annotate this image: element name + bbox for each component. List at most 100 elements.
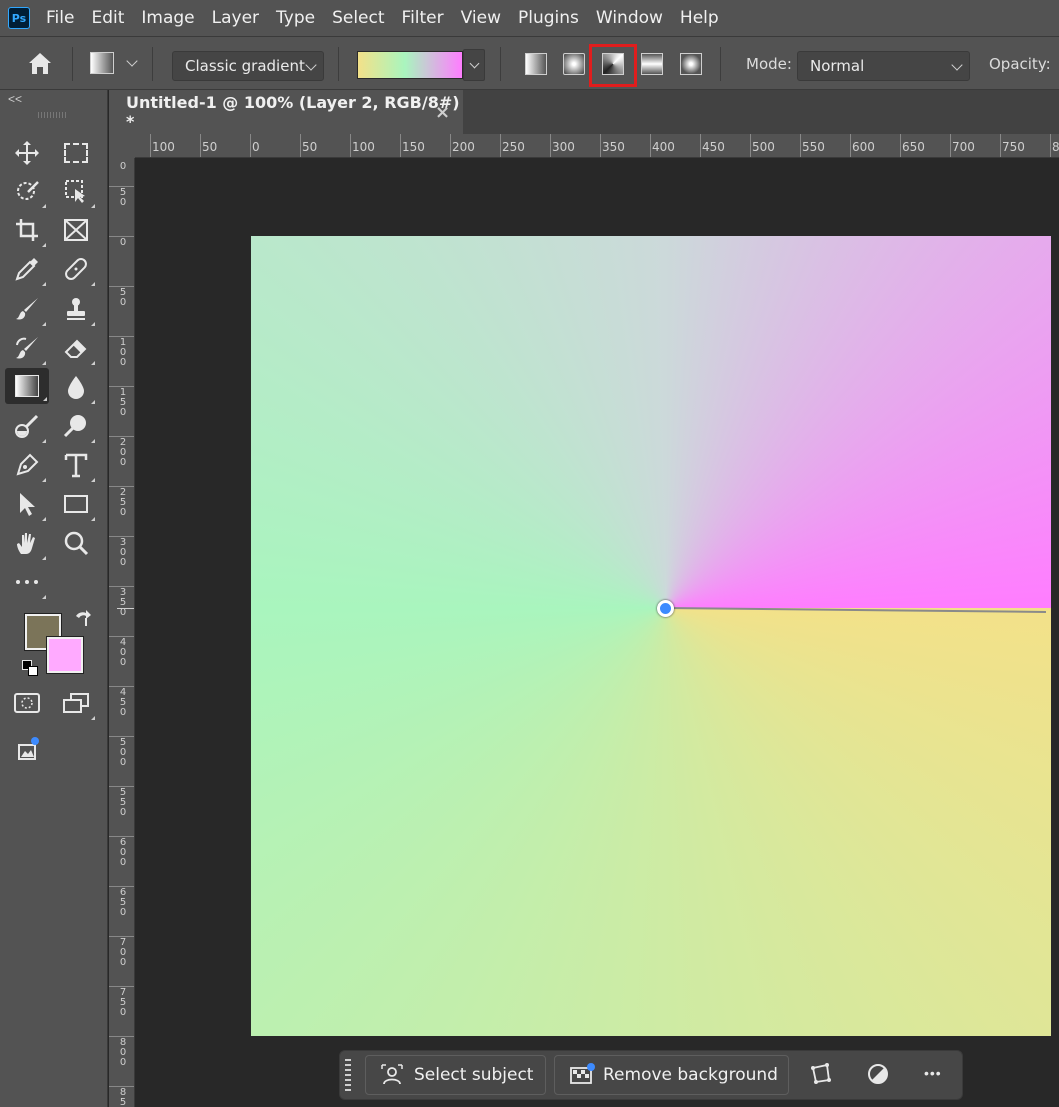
ps-logo: Ps [8, 7, 30, 29]
ruler-label: 300 [119, 537, 127, 568]
collapse-panel-icon[interactable]: << [8, 92, 22, 106]
menu-select[interactable]: Select [332, 8, 384, 28]
ruler-label: 100 [119, 337, 127, 368]
menu-help[interactable]: Help [680, 8, 719, 28]
gradient-style-value: Classic gradient [185, 57, 305, 75]
mode-label: Mode: [746, 55, 792, 73]
hand-tool-icon[interactable] [12, 528, 46, 560]
linear-gradient-icon[interactable] [525, 53, 547, 75]
dodge-tool-icon[interactable] [12, 411, 46, 443]
menu-plugins[interactable]: Plugins [518, 8, 579, 28]
home-icon[interactable] [26, 51, 54, 77]
remove-background-button[interactable]: Remove background [554, 1055, 789, 1095]
ruler-label: 500 [119, 737, 127, 768]
marquee-tool-icon[interactable] [61, 138, 91, 168]
taskbar-grip[interactable] [345, 1059, 351, 1093]
document-tab[interactable]: Untitled-1 @ 100% (Layer 2, RGB/8#) * × [109, 90, 463, 134]
object-selection-icon[interactable] [61, 176, 95, 208]
default-colors-icon[interactable] [22, 660, 40, 676]
more-tools-icon[interactable] [12, 567, 46, 599]
adjustment-icon[interactable] [867, 1063, 889, 1091]
document-tab-title: Untitled-1 @ 100% (Layer 2, RGB/8#) * [126, 93, 460, 131]
options-bar: Classic gradient Mode: Normal Opacity: [0, 36, 1059, 90]
reflected-gradient-icon[interactable] [641, 53, 663, 75]
gradient-origin-handle[interactable] [657, 600, 674, 617]
tools-panel: << [0, 90, 108, 1107]
zoom-tool-icon[interactable] [61, 528, 91, 558]
remove-background-label: Remove background [603, 1065, 778, 1085]
ruler-label: 0 [119, 161, 127, 172]
ruler-label: 450 [702, 140, 725, 154]
document-tab-bar: Untitled-1 @ 100% (Layer 2, RGB/8#) * × [109, 90, 1059, 134]
clone-stamp-icon[interactable] [61, 294, 95, 326]
ruler-label: 100 [152, 140, 175, 154]
ruler-label: 750 [1002, 140, 1025, 154]
eraser-tool-icon[interactable] [61, 333, 95, 365]
radial-gradient-icon[interactable] [563, 53, 585, 75]
healing-brush-icon[interactable] [61, 254, 95, 286]
contextual-task-bar: Select subject Remove background ••• [339, 1050, 963, 1100]
ruler-label: 150 [119, 387, 127, 418]
menu-filter[interactable]: Filter [402, 8, 444, 28]
ruler-label: 700 [119, 937, 127, 968]
gradient-picker-dropdown[interactable] [463, 49, 485, 81]
ruler-label: 600 [852, 140, 875, 154]
menu-window[interactable]: Window [596, 8, 663, 28]
gradient-tool-icon[interactable] [5, 368, 49, 404]
remove-background-icon [570, 1063, 595, 1084]
vertical-ruler[interactable]: 0 50 0 50 100 150 200 250 300 350 400 45… [109, 158, 135, 1107]
ruler-label: 50 [302, 140, 318, 154]
ruler-label: 650 [902, 140, 925, 154]
move-tool-icon[interactable] [12, 138, 42, 168]
ruler-label: 500 [752, 140, 775, 154]
gradient-picker-swatch[interactable] [357, 51, 463, 79]
close-icon[interactable]: × [435, 102, 450, 123]
rectangle-tool-icon[interactable] [61, 489, 95, 521]
ruler-label: 700 [952, 140, 975, 154]
more-options-icon[interactable]: ••• [924, 1065, 942, 1081]
eyedropper-tool-icon[interactable] [12, 254, 46, 286]
ruler-label: 450 [119, 687, 127, 718]
ruler-label: 8 [1052, 140, 1059, 154]
gradient-style-dropdown[interactable]: Classic gradient [172, 51, 324, 81]
background-color-swatch[interactable] [46, 636, 84, 674]
menu-file[interactable]: File [46, 8, 74, 28]
photoshop-window: Ps File Edit Image Layer Type Select Fil… [0, 0, 1059, 1107]
ruler-origin[interactable] [109, 134, 135, 158]
ruler-label: 250 [119, 487, 127, 518]
object-selection-tool-icon[interactable] [12, 176, 46, 208]
brush-tool-icon[interactable] [12, 294, 46, 326]
frame-tool-icon[interactable] [61, 215, 91, 245]
gradient-preset-icon[interactable] [90, 52, 114, 74]
mode-dropdown[interactable]: Normal [797, 51, 970, 81]
ruler-label: 400 [119, 637, 127, 668]
ruler-label: 50 [202, 140, 218, 154]
type-tool-icon[interactable] [61, 450, 95, 482]
menu-layer[interactable]: Layer [212, 8, 259, 28]
generative-fill-icon[interactable] [12, 734, 42, 764]
history-brush-icon[interactable] [12, 333, 46, 365]
blur-tool-icon[interactable] [61, 372, 95, 404]
chevron-down-icon [951, 59, 963, 71]
panel-grip[interactable] [38, 112, 68, 118]
crop-tool-icon[interactable] [12, 215, 46, 247]
menu-edit[interactable]: Edit [91, 8, 124, 28]
pen-tool-icon[interactable] [12, 450, 46, 482]
path-selection-icon[interactable] [12, 489, 46, 521]
menu-type[interactable]: Type [276, 8, 315, 28]
ruler-label: 300 [552, 140, 575, 154]
screen-mode-icon[interactable] [61, 688, 95, 720]
swap-colors-icon[interactable] [72, 610, 92, 628]
mode-value: Normal [810, 57, 865, 75]
document-canvas[interactable] [251, 236, 1051, 1036]
zoom-drop-tool-icon[interactable] [61, 411, 95, 443]
select-subject-button[interactable]: Select subject [365, 1055, 546, 1095]
quick-mask-icon[interactable] [12, 688, 42, 718]
diamond-gradient-icon[interactable] [680, 53, 702, 75]
selection-highlight [589, 44, 637, 87]
menu-image[interactable]: Image [141, 8, 194, 28]
chevron-down-icon[interactable] [126, 55, 138, 67]
transform-icon[interactable] [810, 1063, 832, 1091]
menu-view[interactable]: View [461, 8, 501, 28]
horizontal-ruler[interactable]: 100 50 0 50 100 150 200 250 300 350 400 … [135, 134, 1059, 158]
